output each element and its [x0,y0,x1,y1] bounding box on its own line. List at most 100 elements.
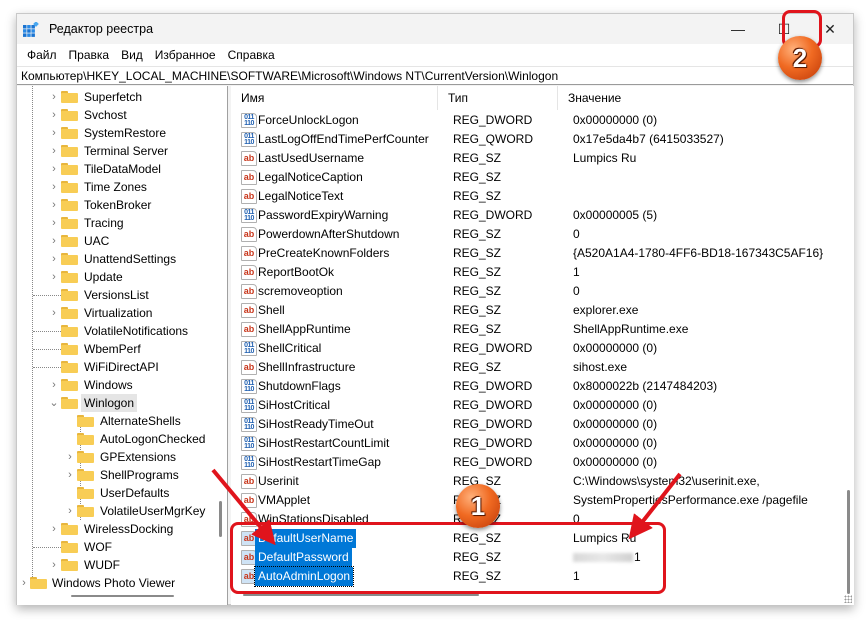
chevron-right-icon[interactable]: › [49,520,59,538]
chevron-right-icon[interactable]: › [65,502,75,520]
tree-item[interactable]: WbemPerf [17,340,227,358]
value-name: PowerdownAfterShutdown [258,227,400,241]
tree-item[interactable]: › Terminal Server [17,142,227,160]
chevron-right-icon[interactable]: › [49,124,59,142]
tree-item[interactable]: WiFiDirectAPI [17,358,227,376]
value-row[interactable]: 011 110 SiHostReadyTimeOut REG_DWORD 0x00000… [231,415,854,434]
tree-item[interactable]: AlternateShells [17,412,227,430]
value-type: REG_SZ [453,189,502,203]
chevron-right-icon[interactable]: › [49,214,59,232]
chevron-right-icon[interactable]: › [49,232,59,250]
value-row[interactable]: 011 110 PasswordExpiryWarning REG_DWORD 0x00… [231,206,854,225]
value-row[interactable]: 011 110 SiHostRestartTimeGap REG_DWORD 0x000… [231,453,854,472]
tree-item[interactable]: WOF [17,538,227,556]
minimize-icon: — [731,21,745,37]
value-row[interactable]: ab ReportBootOk REG_SZ 1 [231,263,854,282]
value-type: REG_DWORD [453,398,533,412]
value-row[interactable]: 011 110 ForceUnlockLogon REG_DWORD 0x0000000… [231,111,854,130]
title-bar[interactable]: Редактор реестра — ☐ ✕ [17,14,853,44]
value-row[interactable]: 011 110 SiHostCritical REG_DWORD 0x00000000 … [231,396,854,415]
column-header-value[interactable]: Значение [558,86,854,110]
value-row[interactable]: ab LegalNoticeText REG_SZ [231,187,854,206]
key-tree[interactable]: › Superfetch › Svchost › SystemRestore › Termin… [17,86,228,605]
value-data: 0x00000000 (0) [573,436,658,450]
tree-item[interactable]: › WUDF [17,556,227,574]
tree-item[interactable]: › TileDataModel [17,160,227,178]
value-row[interactable]: 011 110 ShutdownFlags REG_DWORD 0x8000022b (… [231,377,854,396]
tree-item[interactable]: › VolatileUserMgrKey [17,502,227,520]
tree-item[interactable]: › Svchost [17,106,227,124]
value-type: REG_DWORD [453,208,533,222]
chevron-right-icon[interactable]: › [65,466,75,484]
tree-item[interactable]: › TokenBroker [17,196,227,214]
tree-item[interactable]: › Update [17,268,227,286]
chevron-right-icon[interactable]: › [49,106,59,124]
tree-item-label: TokenBroker [84,198,152,212]
chevron-right-icon[interactable]: › [49,376,59,394]
chevron-right-icon[interactable]: › [49,142,59,160]
value-row[interactable]: ab PowerdownAfterShutdown REG_SZ 0 [231,225,854,244]
value-name: ShellInfrastructure [258,360,356,374]
address-bar[interactable]: Компьютер\HKEY_LOCAL_MACHINE\SOFTWARE\Mi… [17,66,853,85]
tree-item[interactable]: › GPExtensions [17,448,227,466]
list-horizontal-scrollbar[interactable] [243,594,479,596]
value-row[interactable]: ab LastUsedUsername REG_SZ Lumpics Ru [231,149,854,168]
tree-horizontal-scrollbar[interactable] [71,595,174,597]
menu-view[interactable]: Вид [115,48,149,62]
tree-item[interactable]: › WirelessDocking [17,520,227,538]
tree-item[interactable]: › SystemRestore [17,124,227,142]
tree-item[interactable]: › ShellPrograms [17,466,227,484]
tree-item[interactable]: AutoLogonChecked [17,430,227,448]
chevron-right-icon[interactable]: › [49,250,59,268]
value-row[interactable]: ab ShellInfrastructure REG_SZ sihost.exe [231,358,854,377]
minimize-button[interactable]: — [715,14,761,44]
menu-file[interactable]: Файл [21,48,63,62]
tree-item[interactable]: › UAC [17,232,227,250]
chevron-right-icon[interactable]: › [49,556,59,574]
value-row[interactable]: 011 110 ShellCritical REG_DWORD 0x00000000 (… [231,339,854,358]
tree-item[interactable]: › Time Zones [17,178,227,196]
chevron-right-icon[interactable]: › [49,178,59,196]
chevron-right-icon[interactable]: › [49,304,59,322]
tree-item-label: Update [84,270,123,284]
resize-grip[interactable] [844,595,852,603]
value-row[interactable]: abVMAppletREG_SZSystemPropertiesPerforma… [231,491,854,510]
menu-favorites[interactable]: Избранное [149,48,222,62]
tree-item[interactable]: › Superfetch [17,88,227,106]
chevron-right-icon[interactable]: › [19,574,29,592]
value-row[interactable]: ab Userinit REG_SZ C:\Windows\system32\user… [231,472,854,491]
tree-item[interactable]: › Windows [17,376,227,394]
column-header-type[interactable]: Тип [438,86,558,110]
value-data: Lumpics Ru [573,151,637,165]
menu-help[interactable]: Справка [222,48,281,62]
folder-icon [61,397,78,409]
chevron-down-icon[interactable]: ⌄ [49,394,59,412]
tree-item[interactable]: VersionsList [17,286,227,304]
value-row[interactable]: ab ShellAppRuntime REG_SZ ShellAppRuntime.e… [231,320,854,339]
value-row[interactable]: ab Shell REG_SZ explorer.exe [231,301,854,320]
chevron-right-icon[interactable]: › [49,88,59,106]
value-row[interactable]: ab PreCreateKnownFolders REG_SZ {A520A1A4-1… [231,244,854,263]
tree-item-label: UnattendSettings [84,252,177,266]
tree-item[interactable]: › UnattendSettings [17,250,227,268]
value-row[interactable]: ab scremoveoption REG_SZ 0 [231,282,854,301]
tree-item-label: Tracing [84,216,124,230]
tree-item[interactable]: UserDefaults [17,484,227,502]
chevron-right-icon[interactable]: › [65,448,75,466]
value-row[interactable]: 011 110 SiHostRestartCountLimit REG_DWORD 0x… [231,434,854,453]
value-row[interactable]: ab LegalNoticeCaption REG_SZ [231,168,854,187]
value-row[interactable]: 011 110 LastLogOffEndTimePerfCounter REG_QW… [231,130,854,149]
chevron-right-icon[interactable]: › [49,268,59,286]
menu-edit[interactable]: Правка [63,48,116,62]
tree-item-label: Time Zones [84,180,147,194]
tree-item[interactable]: ⌄ Winlogon [17,394,227,412]
chevron-right-icon[interactable]: › [49,160,59,178]
column-header-name[interactable]: Имя [231,86,438,110]
folder-icon [61,199,78,211]
tree-item[interactable]: › Windows Photo Viewer [17,574,227,592]
tree-item[interactable]: › Virtualization [17,304,227,322]
chevron-right-icon[interactable]: › [49,196,59,214]
value-data: ShellAppRuntime.exe [573,322,689,336]
tree-item[interactable]: › Tracing [17,214,227,232]
tree-item[interactable]: VolatileNotifications [17,322,227,340]
